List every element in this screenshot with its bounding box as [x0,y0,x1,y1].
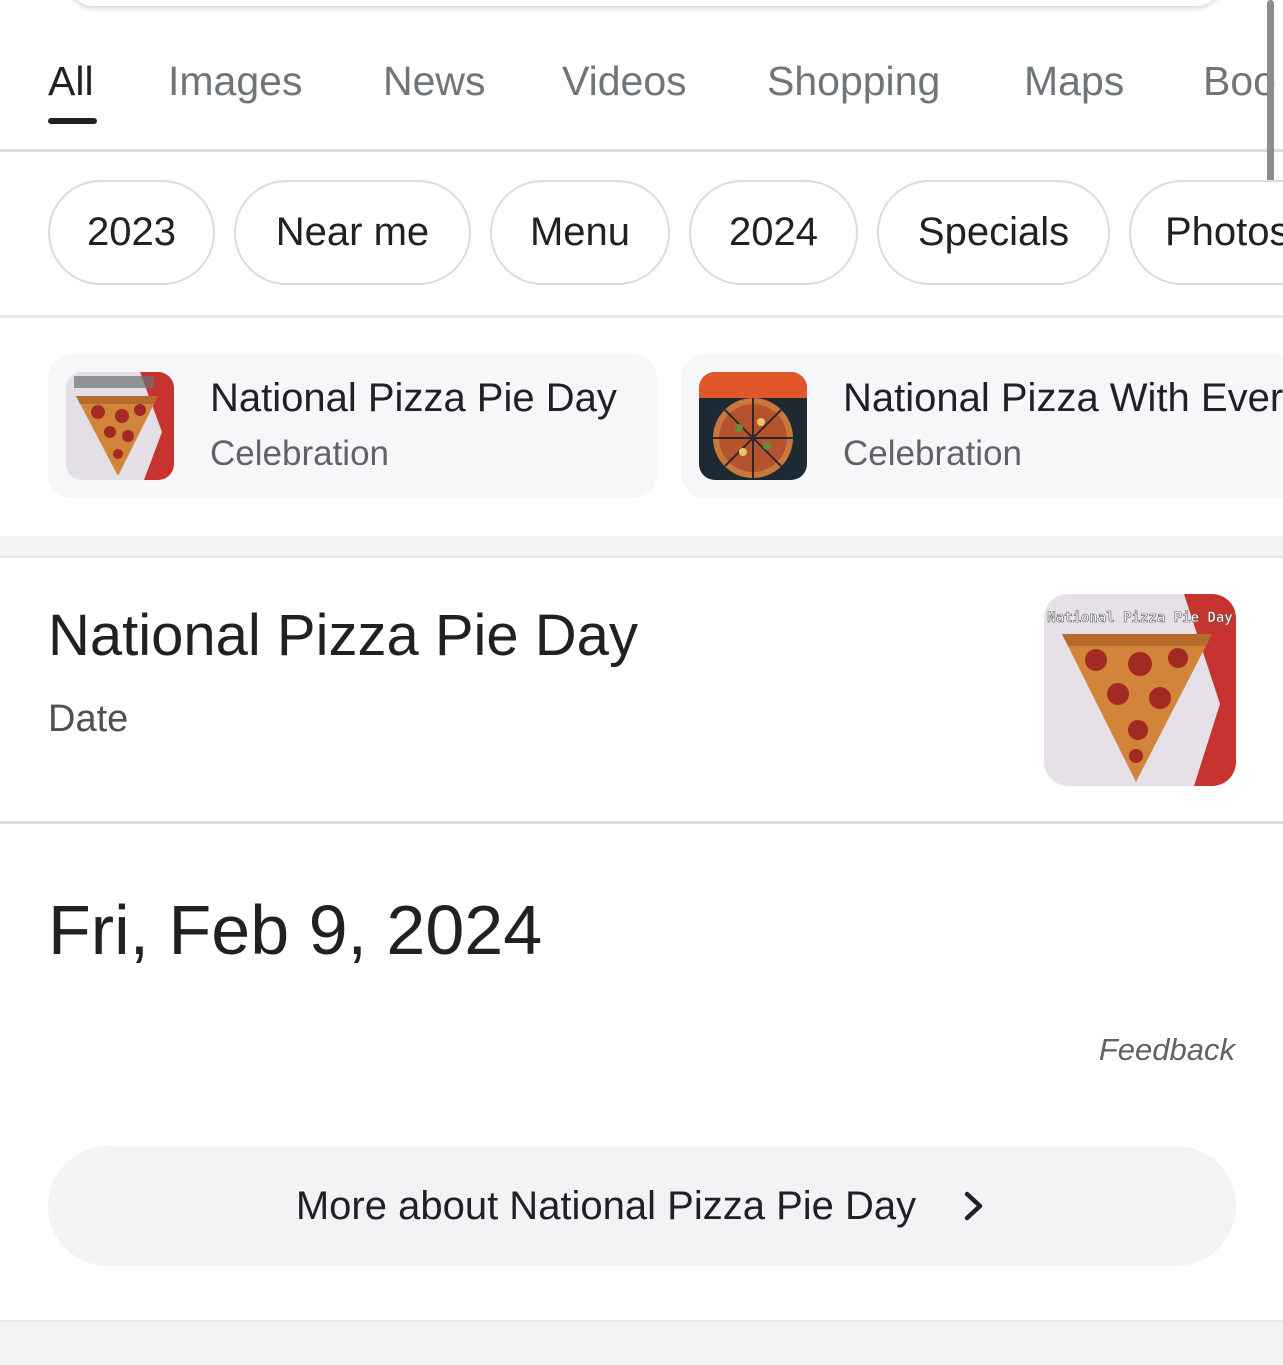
chip-2024[interactable]: 2024 [689,180,858,285]
chip-2023[interactable]: 2023 [48,180,215,285]
related-subtitle: Celebration [843,434,1022,473]
related-title: National Pizza Pie Day [210,376,617,420]
filter-chips: 2023 Near me Menu 2024 Specials Photos [0,152,1283,318]
chip-photos[interactable]: Photos [1129,180,1283,285]
whole-pizza-thumbnail [699,372,807,480]
tab-books[interactable]: Boo [1203,58,1276,105]
tab-shopping[interactable]: Shopping [767,58,940,105]
related-card[interactable]: National Pizza Pie Day Celebration [48,354,657,498]
more-about-button[interactable]: More about National Pizza Pie Day [48,1146,1236,1266]
answer-title: National Pizza Pie Day [48,603,638,668]
pizza-slice-thumbnail [66,372,174,480]
tab-videos[interactable]: Videos [562,58,687,105]
active-tab-indicator [48,118,97,124]
tab-maps[interactable]: Maps [1024,58,1124,105]
chip-menu[interactable]: Menu [490,180,670,285]
tab-news[interactable]: News [383,58,486,105]
thumb-caption-text: National Pizza Pie Day [1047,610,1233,626]
section-divider [0,536,1283,558]
more-about-label: More about National Pizza Pie Day [295,1183,917,1228]
answer-date-value: Fri, Feb 9, 2024 [48,891,543,969]
search-tabs: All Images News Videos Shopping Maps Boo [0,0,1283,152]
chip-near-me[interactable]: Near me [234,180,471,285]
tab-images[interactable]: Images [168,58,302,105]
answer-subtitle: Date [48,698,129,740]
section-divider [0,1320,1283,1365]
related-entities: National Pizza Pie Day Celebration Natio… [0,318,1283,536]
related-subtitle: Celebration [210,434,389,473]
chip-specials[interactable]: Specials [877,180,1110,285]
tab-all[interactable]: All [48,58,94,105]
related-title: National Pizza With Every [843,376,1283,420]
chevron-right-icon [958,1186,988,1226]
feedback-link[interactable]: Feedback [1099,1032,1235,1068]
pizza-slice-image[interactable]: National Pizza Pie Day [1044,594,1236,786]
answer-header: National Pizza Pie Day Date National Piz… [0,558,1283,824]
related-card[interactable]: National Pizza With Every Celebration [681,354,1283,498]
